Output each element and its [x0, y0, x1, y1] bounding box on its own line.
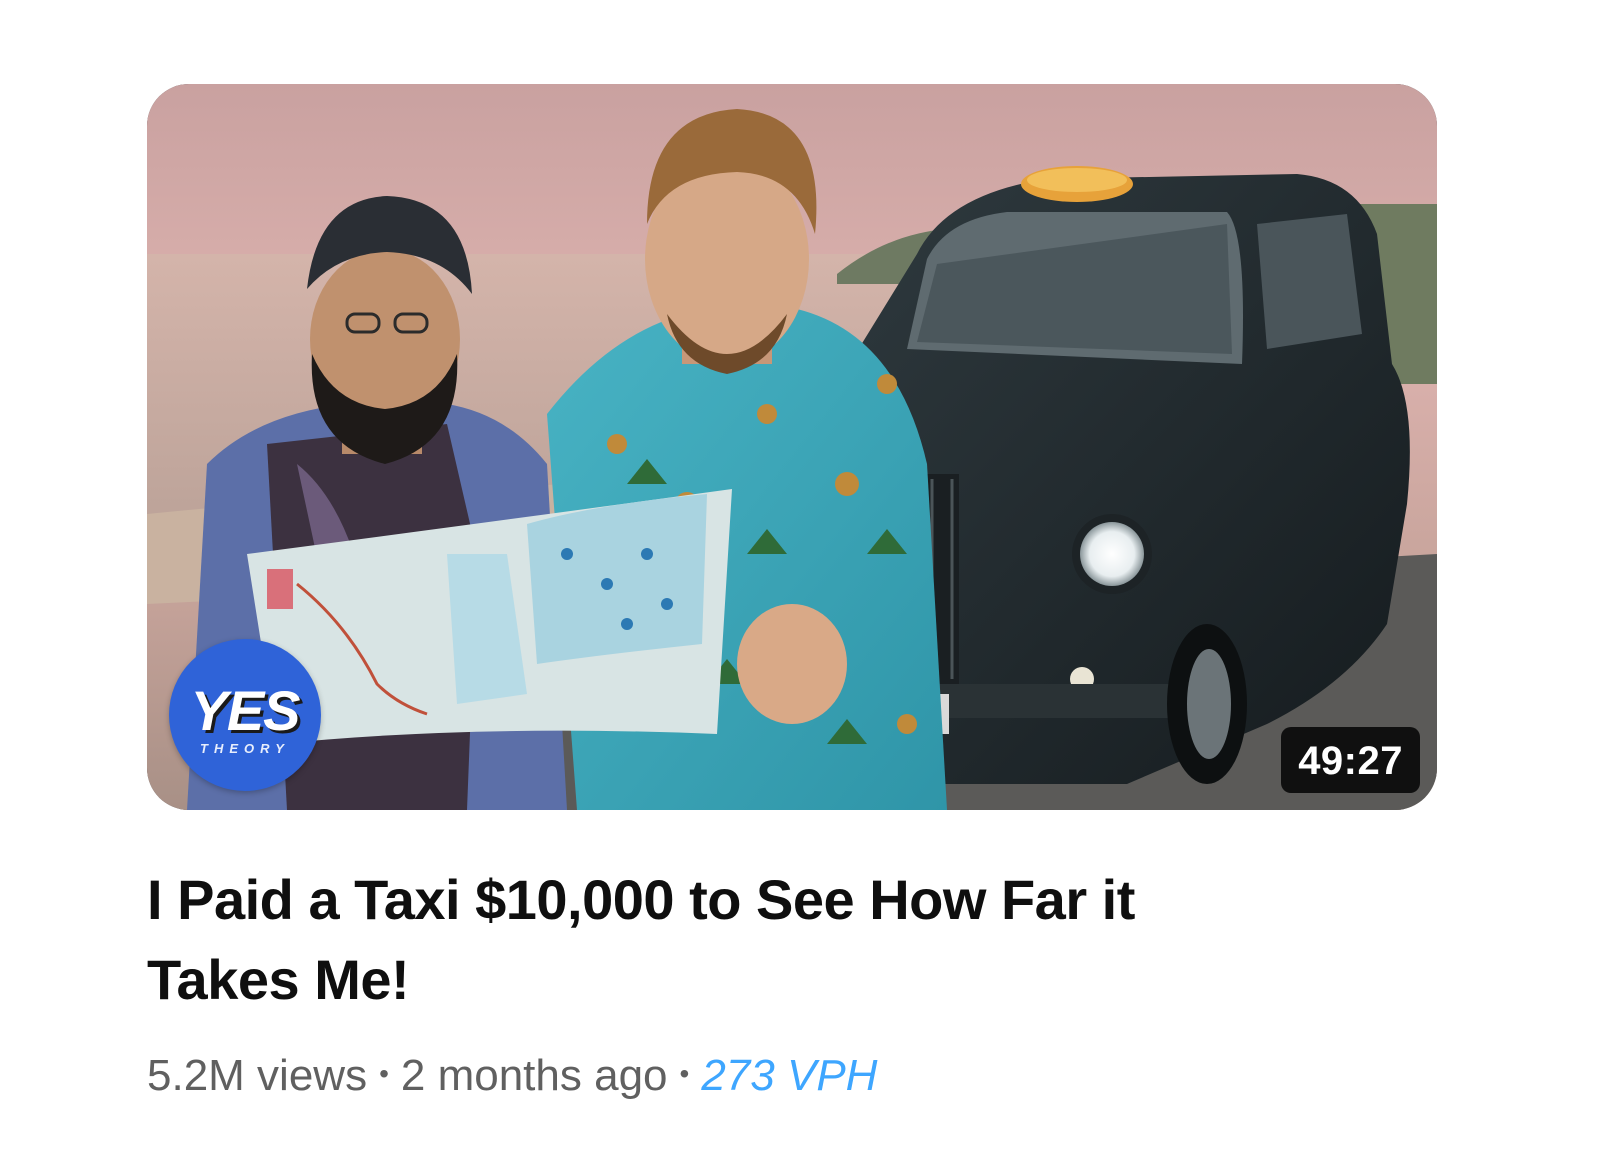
view-count: 5.2M views: [147, 1051, 368, 1100]
video-card[interactable]: YES THEORY 49:27 I Paid a Taxi $10,000 t…: [147, 84, 1437, 1108]
separator-dot: •: [679, 1058, 690, 1090]
logo-text: YES: [190, 678, 300, 742]
video-title[interactable]: I Paid a Taxi $10,000 to See How Far it …: [147, 860, 1267, 1020]
upload-age: 2 months ago: [400, 1051, 668, 1100]
separator-dot: •: [379, 1058, 389, 1090]
channel-logo: YES THEORY: [169, 639, 321, 791]
thumbnail-scene: [147, 84, 1437, 810]
logo-subtext: THEORY: [200, 740, 290, 756]
video-metadata: 5.2M views • 2 months ago • 273 VPH: [147, 1046, 1437, 1108]
vph-stat: 273 VPH: [701, 1051, 878, 1100]
video-thumbnail[interactable]: YES THEORY 49:27: [147, 84, 1437, 810]
duration-badge: 49:27: [1281, 727, 1420, 793]
